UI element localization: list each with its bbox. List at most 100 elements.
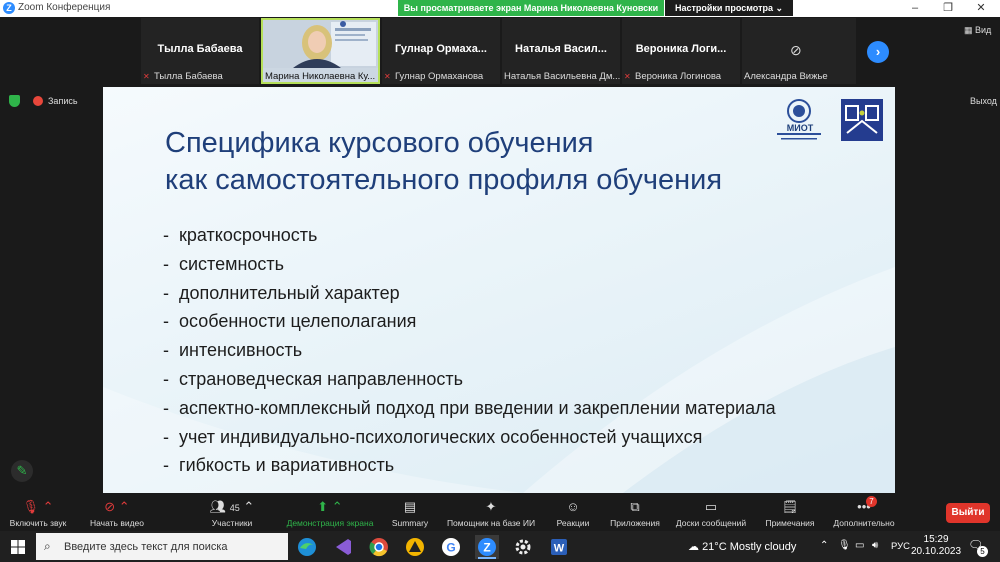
apps-button[interactable]: ⧉ Приложения — [604, 498, 666, 530]
whiteboards-button[interactable]: ▭ Доски сообщений — [671, 498, 751, 530]
slide-bullet: краткосрочность — [163, 225, 803, 245]
slide-bullet: гибкость и вариативность — [163, 455, 803, 475]
participant-tile-active-speaker[interactable]: Марина Николаевна Ку... — [261, 18, 380, 84]
app-triangle-icon[interactable] — [403, 535, 427, 559]
slide-bullet: дополнительный характер — [163, 283, 803, 303]
view-settings-label: Настройки просмотра — [674, 3, 773, 13]
participants-icon: 👥︎ 45 ⌃ — [209, 499, 255, 514]
start-video-button[interactable]: ⊘ ⌃ Начать видео — [84, 498, 150, 530]
share-screen-icon: ⬆︎ ⌃ — [317, 499, 343, 514]
slide-bullet: учет индивидуально-психологических особе… — [163, 427, 803, 447]
miot-logo-icon — [777, 99, 821, 140]
slide-bullet: страноведческая направленность — [163, 369, 803, 389]
security-shield-icon[interactable] — [9, 95, 20, 107]
ai-companion-button[interactable]: ✦ Помощник на базе ИИ — [442, 498, 540, 530]
view-settings-button[interactable]: Настройки просмотра ⌄ — [665, 0, 793, 16]
next-page-button[interactable]: › — [867, 41, 889, 63]
weather-widget[interactable]: ☁ 21°C Mostly cloudy — [688, 540, 796, 553]
participant-caption: ✕ Вероника Логинова — [624, 71, 722, 82]
share-screen-button[interactable]: ⬆︎ ⌃ Демонстрация экрана — [281, 498, 379, 530]
clock-date: 20.10.2023 — [911, 546, 962, 557]
mic-tray-icon[interactable]: 🎙︎ — [838, 540, 851, 551]
word-icon[interactable]: W — [547, 535, 571, 559]
whiteboard-icon: ▭ — [704, 499, 718, 514]
participant-caption: Наталья Васильевна Дм... — [504, 71, 621, 82]
video-off-icon: ⊘ — [790, 42, 802, 58]
language-indicator[interactable]: РУС — [891, 541, 910, 552]
search-icon: ⌕ — [44, 539, 51, 553]
cloud-icon: ☁ — [688, 541, 699, 553]
ai-sparkle-icon: ✦ — [485, 499, 497, 514]
leave-meeting-button[interactable]: Выйти — [946, 503, 990, 523]
participant-name: Наталья Васил... — [515, 43, 607, 55]
participant-tile[interactable]: Наталья Васил... Наталья Васильевна Дм..… — [502, 18, 620, 84]
participant-caption: ✕ Гулнар Ормаханова — [384, 71, 484, 82]
svg-text:G: G — [446, 541, 455, 555]
participant-tile[interactable]: ⊘ Александра Вижье — [742, 18, 856, 84]
close-icon[interactable]: ✕ — [971, 1, 991, 15]
settings-gear-icon[interactable] — [511, 535, 535, 559]
clock-time: 15:29 — [923, 534, 949, 545]
participant-caption: ✕ Тылла Бабаева — [143, 71, 223, 82]
restore-icon[interactable]: ❐ — [938, 1, 958, 15]
chevron-down-icon: ⌄ — [775, 3, 784, 13]
summary-button[interactable]: ▤ Summary — [386, 498, 434, 530]
zoom-app-icon[interactable]: Z — [475, 535, 499, 559]
minimize-icon[interactable]: – — [905, 1, 925, 15]
recording-label: Запись — [48, 96, 78, 106]
recording-icon — [33, 96, 43, 106]
participants-button[interactable]: 👥︎ 45 ⌃ Участники — [201, 498, 263, 530]
russian-center-logo-icon — [841, 99, 883, 141]
taskbar-clock[interactable]: 15:29 20.10.2023 — [911, 534, 961, 558]
slide-bullet: особенности целеполагания — [163, 311, 803, 331]
participant-tile[interactable]: Тылла Бабаева ✕ Тылла Бабаева — [141, 18, 259, 84]
reaction-smile-icon: ☺ — [566, 499, 580, 514]
slide-bullet-list: краткосрочность системность дополнительн… — [163, 225, 803, 484]
shared-screen-slide: Специфика курсового обучения как самосто… — [103, 87, 895, 493]
zoom-logo-icon: Z — [3, 2, 15, 14]
svg-text:W: W — [554, 543, 565, 555]
participant-tile[interactable]: Гулнар Ормаха... ✕ Гулнар Ормаханова — [382, 18, 500, 84]
slide-bullet: интенсивность — [163, 340, 803, 360]
chrome-browser-icon[interactable] — [367, 535, 391, 559]
svg-text:Z: Z — [483, 541, 490, 555]
participant-caption: Александра Вижье — [744, 71, 828, 82]
notes-button[interactable]: 🗒︎ Примечания — [760, 498, 820, 530]
participant-video — [263, 20, 378, 68]
screen-share-banner: Вы просматриваете экран Марина Николаевн… — [398, 0, 664, 16]
miot-logo-text: МИОТ — [786, 123, 814, 133]
slide-bullet: аспектно-комплексный подход при введении… — [163, 398, 803, 418]
participant-name: Вероника Логи... — [635, 43, 727, 55]
windows-start-icon[interactable] — [11, 540, 25, 554]
mic-muted-icon: ✕ — [384, 72, 391, 81]
view-button[interactable]: ▦ Вид — [964, 25, 991, 36]
grid-icon: ▦ — [964, 25, 973, 35]
exit-fullscreen-button[interactable]: Выход — [970, 96, 997, 106]
apps-icon: ⧉ — [630, 499, 640, 514]
participant-name: Гулнар Ормаха... — [395, 43, 487, 55]
video-off-icon: ⊘ ⌃ — [104, 499, 130, 514]
network-icon[interactable]: ▭ — [855, 540, 864, 551]
mic-muted-icon: ✕ — [143, 72, 150, 81]
more-button[interactable]: ••• Дополнительно — [829, 498, 899, 530]
window-title: Zoom Конференция — [18, 2, 111, 13]
search-placeholder: Введите здесь текст для поиска — [64, 541, 228, 553]
mic-muted-icon: ✕ — [624, 72, 631, 81]
reactions-button[interactable]: ☺ Реакции — [551, 498, 595, 530]
summary-icon: ▤ — [403, 499, 417, 514]
annotate-pencil-icon[interactable]: ✎ — [11, 460, 33, 482]
visual-studio-icon[interactable] — [331, 535, 355, 559]
google-icon[interactable]: G — [439, 535, 463, 559]
notification-count-badge: 5 — [977, 546, 988, 557]
edge-browser-icon[interactable] — [295, 535, 319, 559]
participant-tile[interactable]: Вероника Логи... ✕ Вероника Логинова — [622, 18, 740, 84]
tray-chevron-icon[interactable]: ⌃ — [820, 540, 828, 551]
participant-caption: Марина Николаевна Ку... — [265, 71, 376, 82]
slide-bullet: системность — [163, 254, 803, 274]
participant-name: Тылла Бабаева — [157, 43, 243, 55]
unmute-button[interactable]: 🎙︎ ⌃ Включить звук — [4, 498, 72, 530]
volume-icon[interactable]: 🔊︎ — [872, 540, 878, 551]
slide-title: Специфика курсового обучения как самосто… — [165, 127, 723, 196]
notes-icon: 🗒︎ — [781, 499, 799, 514]
notification-badge: 7 — [866, 496, 877, 507]
